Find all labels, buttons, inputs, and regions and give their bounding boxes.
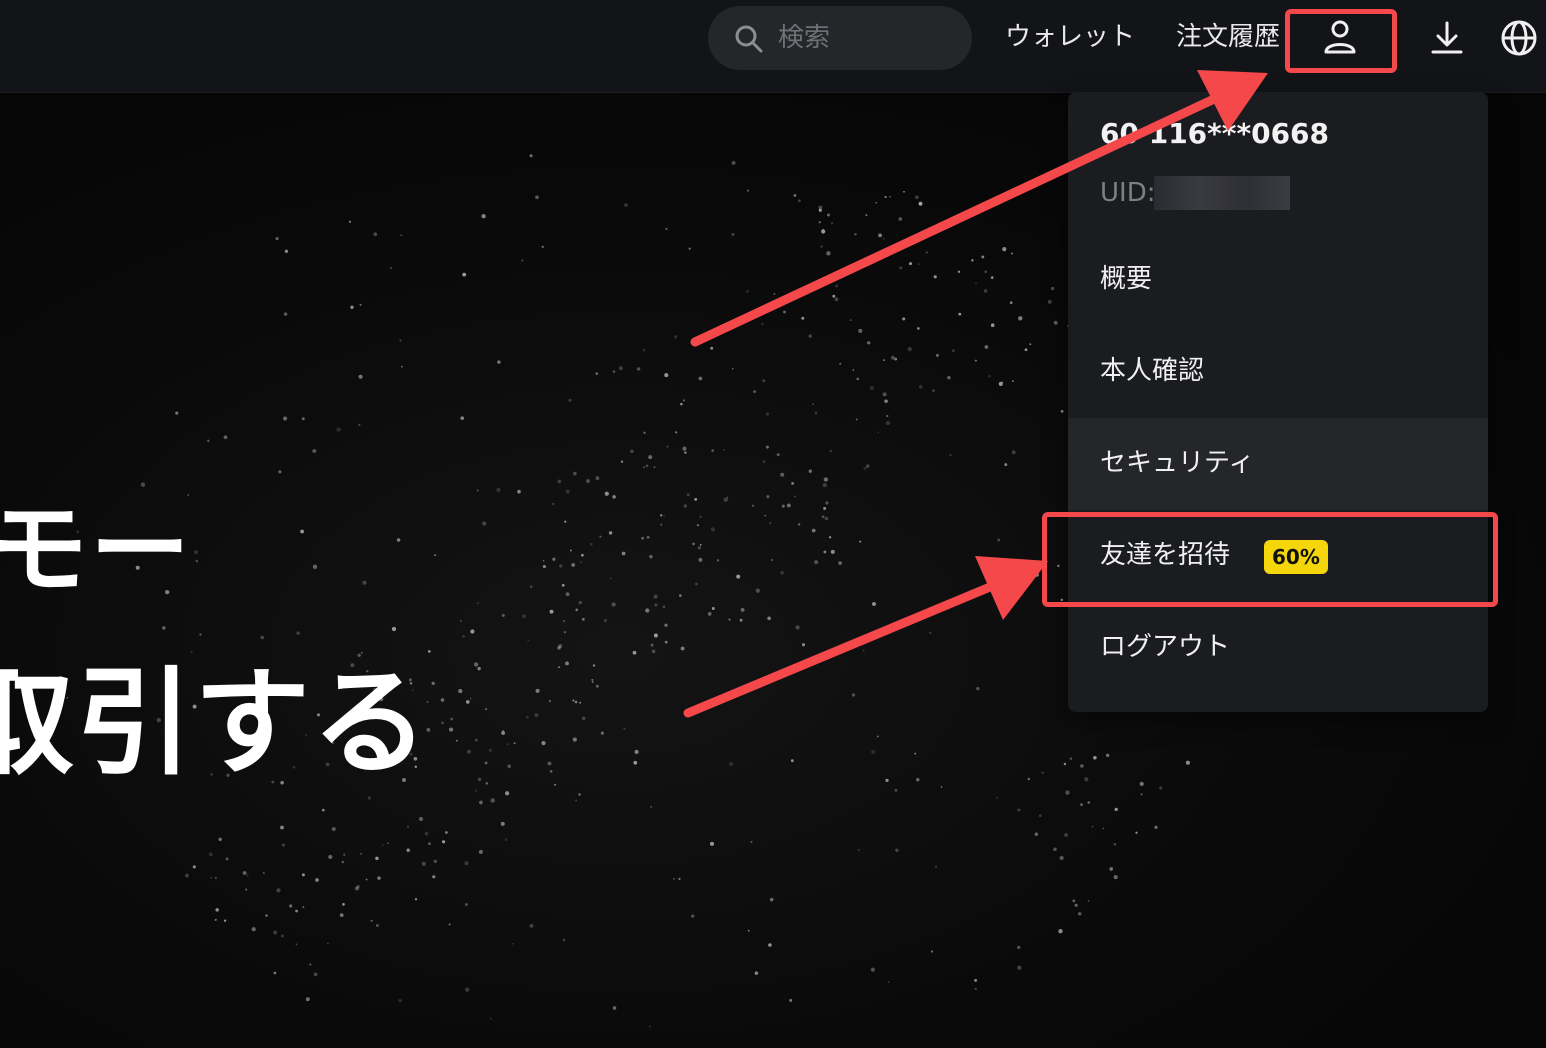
account-id: 60 116***0668 bbox=[1100, 117, 1330, 150]
nav-link-wallet[interactable]: ウォレット bbox=[1005, 20, 1135, 54]
menu-item-overview[interactable]: 概要 bbox=[1068, 234, 1488, 326]
user-icon-highlight bbox=[1285, 9, 1397, 73]
hero-title-line-1: モー bbox=[0, 491, 192, 608]
invite-friends-highlight bbox=[1042, 512, 1498, 607]
search-icon bbox=[735, 25, 763, 53]
search-box[interactable]: 検索 bbox=[708, 6, 972, 70]
menu-item-logout[interactable]: ログアウト bbox=[1068, 602, 1488, 694]
menu-item-identity-verification[interactable]: 本人確認 bbox=[1068, 326, 1488, 418]
menu-item-label: 本人確認 bbox=[1100, 356, 1205, 386]
search-placeholder: 検索 bbox=[778, 23, 831, 53]
menu-item-security[interactable]: セキュリティ bbox=[1068, 418, 1488, 510]
page: モー 取引する 検索 ウォレット 注文履歴 60 116***0668 UID:… bbox=[0, 0, 1546, 1048]
uid-value-redacted bbox=[1154, 176, 1290, 210]
menu-item-label: ログアウト bbox=[1100, 632, 1231, 662]
hero-title-line-2: 取引する bbox=[0, 656, 430, 791]
download-icon[interactable] bbox=[1427, 18, 1467, 58]
globe-icon[interactable] bbox=[1499, 18, 1539, 58]
menu-item-label: 概要 bbox=[1100, 264, 1153, 294]
nav-link-order-history[interactable]: 注文履歴 bbox=[1176, 20, 1280, 54]
account-dropdown-menu: 60 116***0668 UID: 概要 本人確認 セキュリティ 友達を招待 … bbox=[1068, 92, 1488, 712]
menu-item-label: セキュリティ bbox=[1100, 448, 1255, 478]
uid-label: UID: bbox=[1100, 178, 1156, 208]
